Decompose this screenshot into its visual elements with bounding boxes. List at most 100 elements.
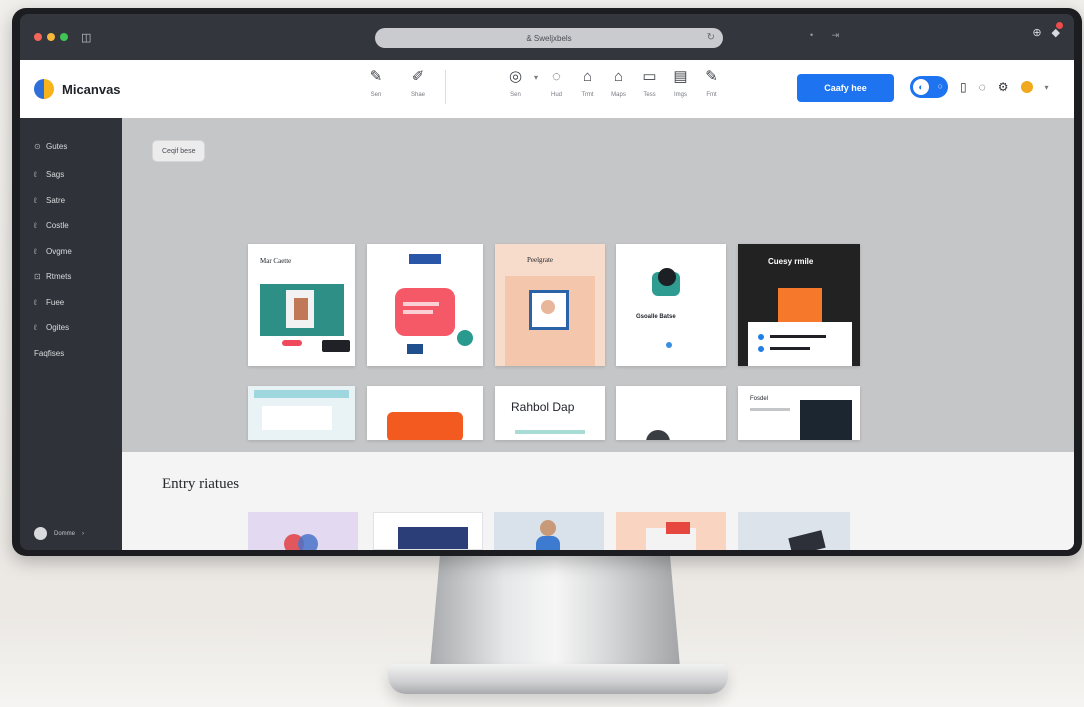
tool-image[interactable]: ▤ Imgs — [665, 68, 696, 98]
toolbar-secondary: ◎ Sen ▾ ◌ Hud ⌂ Trmt ⌂ Maps ▭ Tess ▤ Img… — [500, 68, 727, 98]
tool-label: Fmt — [706, 92, 717, 98]
tab-overview-icon[interactable]: ◫ — [81, 31, 91, 44]
tool-draw[interactable]: ✎ Fmt — [696, 68, 727, 98]
template-title: Peelgrate — [527, 256, 554, 264]
tool-lasso[interactable]: ◌ Hud — [541, 68, 572, 98]
template-card[interactable]: Rahbol Dap — [495, 386, 605, 440]
share-icon[interactable]: ⊕ — [1032, 26, 1041, 39]
tool-frame[interactable]: ⌂ Maps — [603, 68, 634, 98]
sidebar-item-gutes[interactable]: ⊙ Gutes — [20, 130, 122, 162]
entry-thumbnail[interactable] — [738, 512, 850, 550]
template-card[interactable]: Peelgrate — [495, 244, 605, 366]
grid-icon: ⊡ — [34, 272, 41, 282]
tool-label: Trmt — [581, 92, 594, 98]
entry-thumbnail[interactable] — [248, 512, 358, 550]
close-window-button[interactable] — [34, 33, 42, 41]
template-card[interactable]: Mar Caette — [248, 244, 355, 366]
template-preview — [748, 322, 852, 366]
toggle-knob-icon: ◐ — [913, 79, 929, 95]
entry-thumbnail[interactable] — [494, 512, 604, 550]
template-preview — [515, 430, 585, 434]
template-preview — [294, 298, 308, 320]
sidebar-item-satre[interactable]: ℓ Satre — [20, 188, 122, 214]
template-card[interactable] — [367, 386, 483, 440]
browser-titlebar: ◫ & Sweljxbels ↻ • ⇥ ⊕ ◆ — [20, 14, 1074, 60]
template-card[interactable] — [248, 386, 355, 440]
entry-preview — [298, 534, 318, 550]
device-icon[interactable]: ▯ — [960, 80, 967, 94]
template-preview — [666, 342, 672, 348]
template-preview — [282, 340, 302, 346]
template-card[interactable] — [616, 386, 726, 440]
user-menu[interactable]: Domme › — [34, 527, 84, 540]
template-preview — [457, 330, 473, 346]
link-icon: ℓ — [34, 297, 37, 307]
template-card[interactable]: Fosdel — [738, 386, 860, 440]
template-title: Rahbol Dap — [511, 400, 575, 414]
tool-text[interactable]: ⌂ Trmt — [572, 68, 603, 98]
layer-icon: ▭ — [642, 68, 657, 85]
entry-preview — [666, 522, 690, 534]
link-icon: ℓ — [34, 221, 37, 231]
sidebar-item-label: Costle — [46, 221, 69, 231]
template-preview — [322, 340, 350, 352]
toggle-off-icon: ○ — [937, 81, 943, 91]
lasso-icon: ◌ — [552, 68, 561, 85]
tool-layer[interactable]: ▭ Tess — [634, 68, 665, 98]
text-icon: ⌂ — [582, 68, 593, 85]
address-bar[interactable]: & Sweljxbels ↻ — [375, 28, 723, 48]
comment-icon[interactable]: ◌ — [979, 80, 986, 94]
tool-label: Imgs — [673, 92, 687, 98]
sidebar-item-sags[interactable]: ℓ Sags — [20, 162, 122, 188]
template-preview — [403, 310, 433, 314]
maximize-window-button[interactable] — [60, 33, 68, 41]
browser-nav-icons[interactable]: • ⇥ — [810, 30, 847, 41]
tool-brush[interactable]: ✐ Shae — [397, 68, 439, 98]
template-card[interactable] — [367, 244, 483, 366]
tool-pen[interactable]: ✎ Sen — [355, 68, 397, 98]
tool-label: Sen — [510, 92, 521, 98]
entry-preview — [788, 530, 826, 550]
avatar[interactable] — [1020, 81, 1033, 93]
section-title: Entry riatues — [162, 476, 240, 492]
sidebar-item-faqfises[interactable]: Faqfises — [20, 341, 122, 367]
settings-icon[interactable]: ⚙ — [998, 80, 1009, 94]
entry-thumbnail[interactable] — [616, 512, 726, 550]
sidebar-item-ogites[interactable]: ℓ Ogites — [20, 315, 122, 341]
mode-toggle[interactable]: ◐ ○ — [910, 76, 948, 98]
app-name: Micanvas — [62, 81, 121, 97]
template-title: Fosdel — [750, 396, 769, 402]
app-header: Micanvas ✎ Sen ✐ Shae ◎ Sen ▾ ◌ Hud ⌂ Tr… — [20, 60, 1074, 118]
template-preview — [387, 412, 463, 440]
pen-icon: ✎ — [369, 68, 383, 85]
toolbar-primary: ✎ Sen ✐ Shae — [355, 68, 452, 104]
sidebar-item-label: Fuee — [46, 297, 65, 307]
section-entries: Entry riatues — [122, 452, 1074, 550]
chevron-down-icon[interactable]: ▾ — [1045, 83, 1049, 92]
user-name: Domme — [54, 530, 76, 537]
filter-chip[interactable]: Ceqif bese — [152, 140, 206, 162]
sidebar-item-label: Sags — [46, 170, 65, 180]
sidebar-item-ovgme[interactable]: ℓ Ovgme — [20, 239, 122, 265]
sidebar-item-fuee[interactable]: ℓ Fuee — [20, 290, 122, 316]
entry-thumbnail[interactable] — [373, 512, 483, 550]
entry-preview — [536, 536, 560, 550]
template-preview — [262, 406, 332, 430]
app-logo[interactable]: Micanvas — [34, 79, 121, 99]
template-preview — [770, 347, 810, 350]
sidebar-item-rtmets[interactable]: ⊡ Rtmets — [20, 264, 122, 290]
notification-icon[interactable]: ◆ — [1052, 22, 1063, 39]
screen: ◫ & Sweljxbels ↻ • ⇥ ⊕ ◆ Micanvas ✎ Sen — [20, 14, 1074, 550]
draw-icon: ✎ — [705, 68, 718, 85]
template-card[interactable]: Cuesy rmile — [738, 244, 860, 366]
sidebar-item-costle[interactable]: ℓ Costle — [20, 213, 122, 239]
create-button[interactable]: Caafy hee — [797, 74, 894, 102]
link-icon: ℓ — [34, 246, 37, 256]
tool-shape[interactable]: ◎ Sen — [500, 68, 531, 98]
template-card[interactable]: Gsoalle Batse — [616, 244, 726, 366]
refresh-icon[interactable]: ↻ — [707, 32, 715, 43]
sidebar-item-label: Rtmets — [46, 272, 72, 282]
window-controls: ◫ — [34, 31, 91, 44]
minimize-window-button[interactable] — [47, 33, 55, 41]
chevron-down-icon[interactable]: ▾ — [531, 73, 541, 82]
